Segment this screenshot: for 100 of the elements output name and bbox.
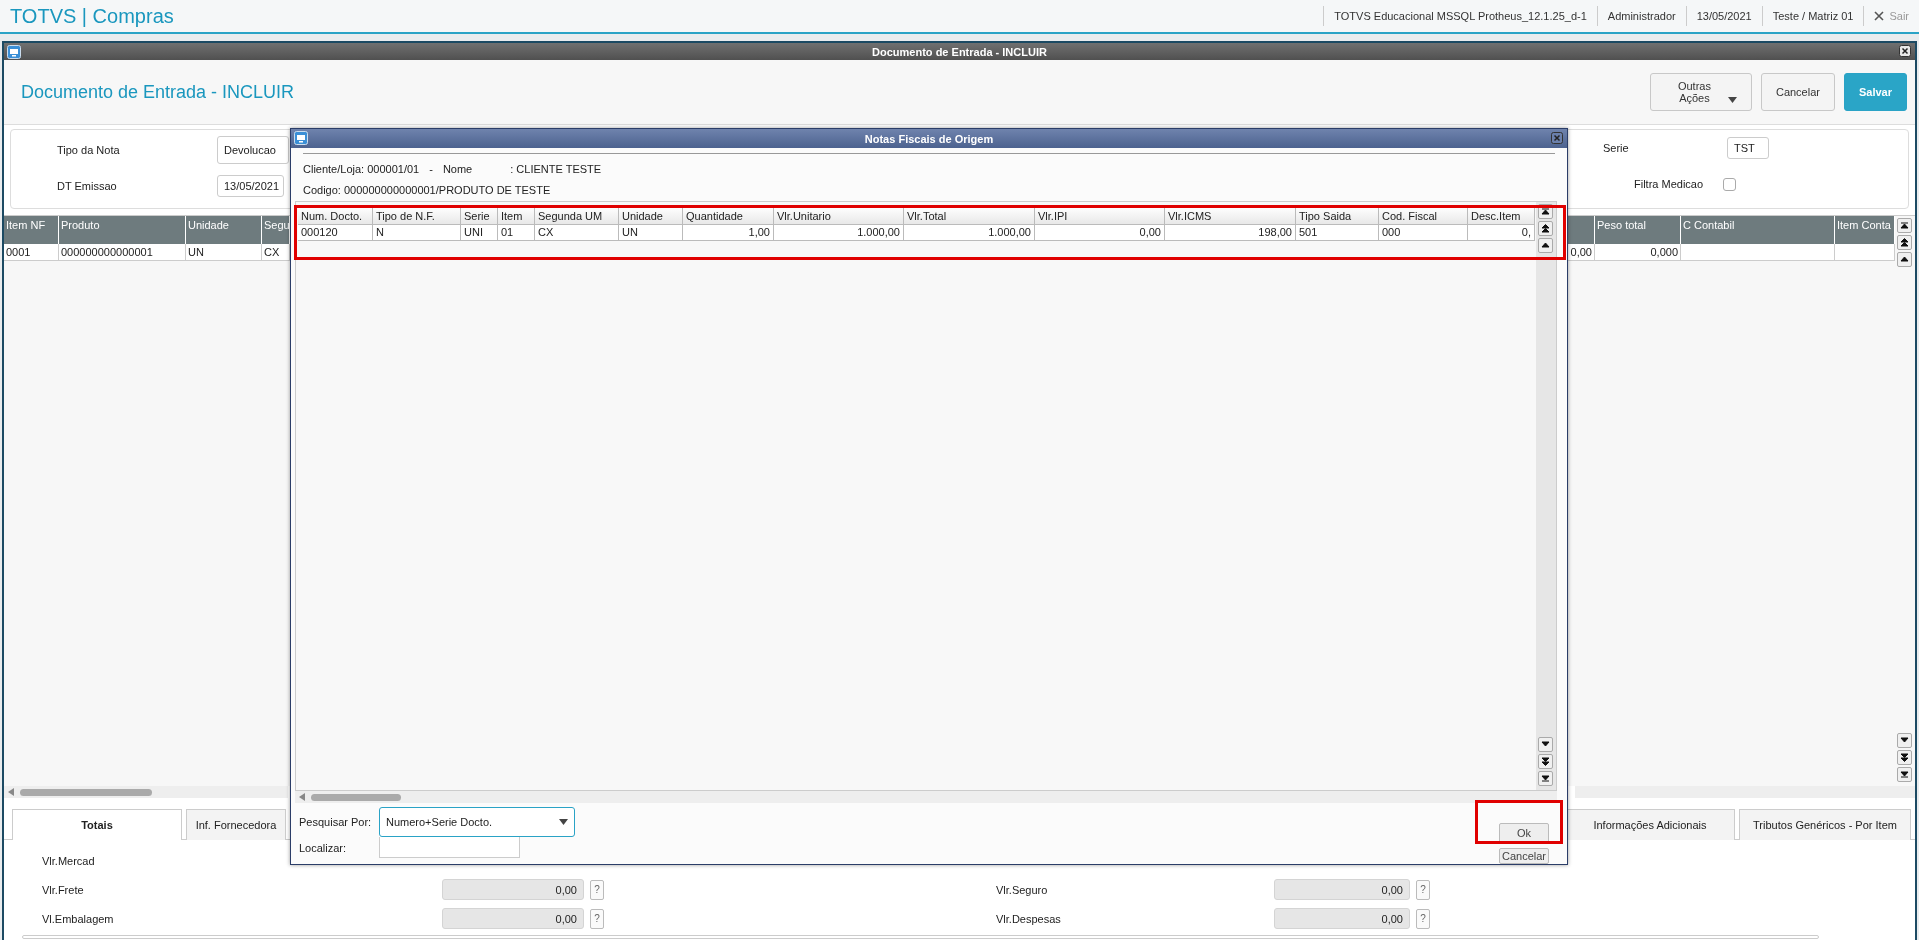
table-cell: 0, <box>1468 225 1535 241</box>
search-by-select[interactable]: Numero+Serie Docto. <box>379 807 575 837</box>
tab[interactable]: Totais <box>12 809 182 840</box>
help-button[interactable]: ? <box>590 908 604 929</box>
find-field[interactable] <box>379 837 520 858</box>
page-heading: Documento de Entrada - INCLUIR <box>21 81 296 103</box>
amount-field: 0,00 <box>442 908 584 929</box>
column-header: Peso total <box>1595 216 1681 244</box>
info-text: Cliente/Loja: 000001/01 <box>303 163 420 175</box>
table-cell: 1.000,00 <box>774 225 904 241</box>
table-cell: CX <box>262 244 290 261</box>
scroll-button[interactable] <box>1538 221 1553 236</box>
field-label: Vlr.Mercad <box>41 854 96 867</box>
table-cell <box>1835 244 1895 261</box>
table-cell: 0001 <box>4 244 59 261</box>
app-title: TOTVS | Compras <box>10 4 174 28</box>
tab[interactable]: Inf. Fornecedora <box>186 809 286 840</box>
table-cell: 000000000000001 <box>59 244 186 261</box>
scroll-arrow-icon[interactable] <box>299 793 305 801</box>
scroll-arrow-icon <box>1899 254 1910 265</box>
table-cell: 01 <box>498 225 535 241</box>
scroll-button[interactable] <box>1897 767 1912 782</box>
session-info: Administrador <box>1596 6 1686 26</box>
ok-button[interactable]: Ok <box>1499 823 1549 843</box>
table-cell: UN <box>619 225 683 241</box>
horizontal-scrollbar[interactable] <box>295 791 1557 803</box>
column-header: C Contabil <box>1681 216 1835 244</box>
table-cell: CX <box>535 225 619 241</box>
close-icon[interactable] <box>1899 45 1911 57</box>
field-label: Tipo da Nota <box>57 144 121 156</box>
column-header: Unidade <box>186 216 262 244</box>
field-label: Vlr.Seguro <box>995 883 1049 896</box>
dialog-title: Notas Fiscais de Origem <box>864 132 994 145</box>
scroll-button[interactable] <box>1538 771 1553 786</box>
window-icon <box>294 131 308 145</box>
table-cell: 000120 <box>298 225 373 241</box>
scroll-button[interactable] <box>1897 218 1912 233</box>
field-label: Serie <box>1603 142 1630 154</box>
table-cell: UNI <box>461 225 498 241</box>
scroll-button[interactable] <box>1897 750 1912 765</box>
tab[interactable]: Informações Adicionais <box>1565 809 1735 840</box>
session-info: 13/05/2021 <box>1685 6 1762 26</box>
scroll-arrow-icon <box>1899 752 1910 763</box>
series-field[interactable]: TST <box>1727 137 1769 159</box>
info-text: Codigo: 000000000000001/PRODUTO DE TESTE <box>303 184 551 196</box>
cancel-button[interactable]: Cancelar <box>1499 848 1549 864</box>
session-info: TOTVS Educacional MSSQL Protheus_12.1.25_d-1 <box>1323 6 1597 26</box>
table-cell: 501 <box>1296 225 1379 241</box>
column-header: Item NF <box>4 216 59 244</box>
table-cell: 1,00 <box>683 225 774 241</box>
table-cell: N <box>373 225 461 241</box>
scroll-arrow-icon[interactable] <box>8 788 14 796</box>
field-label: Pesquisar Por: <box>299 816 373 828</box>
field-label: Vl.Embalagem <box>41 912 115 925</box>
checkbox[interactable] <box>1723 177 1736 191</box>
close-icon <box>1874 11 1885 21</box>
note-type-field[interactable]: Devolucao <box>217 136 289 164</box>
scroll-button[interactable] <box>1538 754 1553 769</box>
field-label: DT Emissao <box>57 180 118 192</box>
table-cell: 000 <box>1379 225 1468 241</box>
table-cell: 0,000 <box>1595 244 1681 261</box>
info-text: - <box>429 163 433 175</box>
amount-field: 0,00 <box>442 879 584 900</box>
scroll-arrow-icon <box>1899 769 1910 780</box>
scroll-arrow-icon <box>1540 206 1551 217</box>
more-actions-button[interactable]: Outras Ações <box>1649 73 1752 111</box>
caret-icon <box>559 819 568 825</box>
scroll-button[interactable] <box>1897 733 1912 748</box>
help-button[interactable]: ? <box>590 879 604 900</box>
field-label: Localizar: <box>299 841 348 854</box>
session-info: Teste / Matriz 01 <box>1761 6 1864 26</box>
cancel-button[interactable]: Cancelar <box>1760 73 1835 111</box>
caret-icon <box>1727 97 1737 103</box>
field-label: Vlr.Frete <box>41 883 85 896</box>
amount-field: 0,00 <box>1274 908 1410 929</box>
column-header: Item Conta <box>1835 216 1895 244</box>
scroll-button[interactable] <box>1538 238 1553 253</box>
table-cell: 0,00 <box>1035 225 1165 241</box>
help-button[interactable]: ? <box>1416 908 1430 929</box>
table-cell: 0,00 <box>1567 244 1595 261</box>
scroll-arrow-icon <box>1540 756 1551 767</box>
table-cell: UN <box>186 244 262 261</box>
scroll-button[interactable] <box>1538 737 1553 752</box>
column-header: Produto <box>59 216 186 244</box>
scroll-arrow-icon <box>1540 773 1551 784</box>
horizontal-scrollbar[interactable] <box>4 786 288 798</box>
scroll-arrow-icon <box>1540 240 1551 251</box>
info-text: Nome <box>442 163 473 175</box>
info-text: : CLIENTE TESTE <box>510 163 602 175</box>
table-cell: 198,00 <box>1165 225 1296 241</box>
tab[interactable]: Tributos Genéricos - Por Item <box>1739 809 1911 840</box>
table-cell: 1.000,00 <box>904 225 1035 241</box>
field-label: Vlr.Despesas <box>995 912 1062 925</box>
help-button[interactable]: ? <box>1416 879 1430 900</box>
scroll-arrow-icon <box>1899 237 1910 248</box>
window-title: Documento de Entrada - INCLUIR <box>872 45 1047 58</box>
date-field[interactable]: 13/05/2021 <box>217 175 284 197</box>
scroll-button[interactable] <box>1897 252 1912 267</box>
scroll-arrow-icon <box>1899 220 1910 231</box>
scroll-button[interactable] <box>1897 235 1912 250</box>
